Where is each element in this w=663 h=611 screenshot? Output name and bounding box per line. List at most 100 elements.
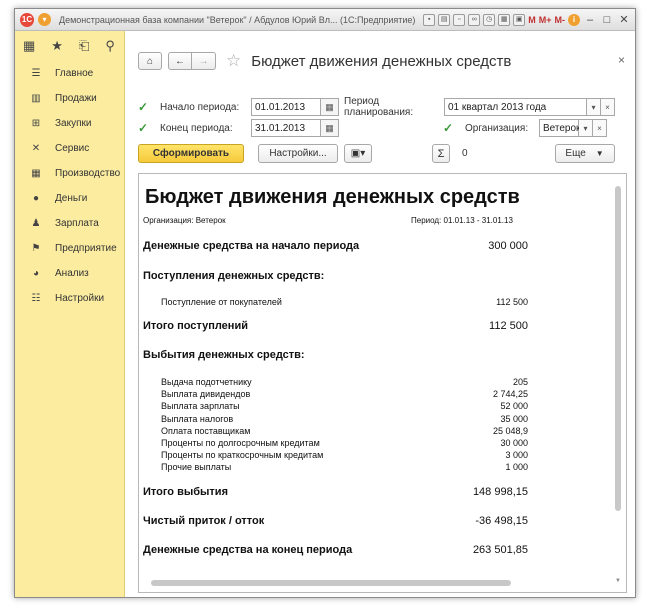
- organization-field[interactable]: Ветерок: [539, 119, 580, 137]
- main-menu-icon[interactable]: ▾: [38, 13, 51, 26]
- report-line-label: Проценты по долгосрочным кредитам: [161, 438, 320, 448]
- favorites-icon[interactable]: ★: [51, 38, 63, 54]
- calculator-icon[interactable]: ▦: [498, 13, 511, 26]
- organization-dropdown-icon[interactable]: ▾: [579, 119, 593, 137]
- close-form-icon[interactable]: ×: [618, 53, 625, 67]
- app-logo-icon[interactable]: 1С: [20, 12, 34, 27]
- opening-balance-value: 300 000: [488, 240, 528, 252]
- search-icon[interactable]: ⚲: [105, 38, 115, 54]
- sidebar-item[interactable]: ⚑ Предприятие: [15, 236, 124, 261]
- home-button[interactable]: ⌂: [138, 52, 162, 70]
- net-flow-value: -36 498,15: [475, 515, 528, 527]
- memory-minus-button[interactable]: M-: [555, 15, 566, 25]
- period-end-checkbox[interactable]: ✓: [138, 122, 150, 134]
- sidebar-item[interactable]: ✕ Сервис: [15, 136, 124, 161]
- sidebar-section-icon: ☰: [31, 68, 41, 79]
- memory-m-button[interactable]: M: [528, 15, 536, 25]
- planning-period-dropdown-icon[interactable]: ▾: [587, 98, 601, 116]
- organization-checkbox[interactable]: ✓: [443, 122, 455, 134]
- settings-button[interactable]: Настройки...: [258, 144, 338, 163]
- sidebar-item[interactable]: ♟ Зарплата: [15, 211, 124, 236]
- report-line-label: Оплата поставщикам: [161, 425, 251, 436]
- period-end-calendar-icon[interactable]: ▦: [321, 119, 339, 137]
- period-start-checkbox[interactable]: ✓: [138, 101, 150, 113]
- sidebar-section-icon: ▥: [31, 93, 41, 104]
- minimize-icon[interactable]: –: [583, 14, 597, 26]
- period-end-field[interactable]: 31.01.2013: [251, 119, 321, 137]
- sidebar-section-icon: ☷: [31, 293, 41, 304]
- report-variant-icon: ▣▾: [350, 148, 366, 159]
- sidebar-item[interactable]: ◕ Анализ: [15, 261, 124, 286]
- sidebar-item[interactable]: ☷ Настройки: [15, 286, 124, 311]
- receipts-total-value: 112 500: [489, 320, 528, 332]
- period-start-field[interactable]: 01.01.2013: [251, 98, 321, 116]
- report-line-value: 52 000: [500, 401, 528, 412]
- planning-period-field[interactable]: 01 квартал 2013 года: [444, 98, 587, 116]
- sidebar-item-label: Анализ: [55, 268, 89, 279]
- calendar-icon[interactable]: ▣: [513, 13, 526, 26]
- report-line-label: Выплата зарплаты: [161, 401, 240, 412]
- payments-header: Выбытия денежных средств:: [143, 349, 305, 361]
- link-icon[interactable]: ∞: [468, 13, 481, 26]
- sidebar-section-icon: ●: [32, 193, 40, 204]
- sidebar-section-icon: ▦: [31, 168, 41, 179]
- app-window: 1С ▾ Демонстрационная база компании "Вет…: [14, 8, 636, 598]
- sidebar-item-label: Настройки: [55, 293, 105, 304]
- all-functions-icon[interactable]: ▦: [23, 38, 35, 54]
- history-icon[interactable]: ◷: [483, 13, 496, 26]
- report-line-value: 3 000: [505, 450, 528, 461]
- sidebar-section-icon: ⊞: [31, 118, 41, 129]
- sections-panel: ▦ ★ ⎗ ⚲ ☰ Главное ▥ Продажи ⊞ Закупки ✕ Сервис ▦…: [15, 31, 125, 597]
- favorite-star-icon[interactable]: ☆: [226, 51, 241, 71]
- more-button[interactable]: Еще ▼: [554, 144, 615, 163]
- maximize-icon[interactable]: □: [600, 14, 614, 26]
- sidebar-item[interactable]: ● Деньги: [15, 186, 124, 211]
- vertical-scrollbar[interactable]: [615, 186, 621, 511]
- scroll-down-icon[interactable]: ▼: [615, 578, 621, 584]
- sum-button[interactable]: Σ: [432, 144, 450, 163]
- sidebar-item[interactable]: ▥ Продажи: [15, 86, 124, 111]
- horizontal-scrollbar[interactable]: [151, 580, 511, 586]
- net-flow-label: Чистый приток / отток: [143, 515, 265, 527]
- period-start-calendar-icon[interactable]: ▦: [321, 98, 339, 116]
- opening-balance-label: Денежные средства на начало периода: [143, 240, 360, 252]
- sidebar-section-icon: ✕: [31, 143, 41, 154]
- variants-button[interactable]: ▣▾: [344, 144, 372, 163]
- report-line-value: 1 000: [505, 462, 528, 473]
- closing-balance-label: Денежные средства на конец периода: [143, 544, 353, 556]
- memory-plus-button[interactable]: M+: [539, 15, 552, 25]
- sidebar-item[interactable]: ▦ Производство: [15, 161, 124, 186]
- generate-button[interactable]: Сформировать: [138, 144, 244, 163]
- report-organization: Организация: Ветерок: [143, 216, 226, 225]
- save-icon[interactable]: ▪: [423, 13, 436, 26]
- preview-icon[interactable]: ▫: [453, 13, 466, 26]
- report-document: Бюджет движения денежных средств Организ…: [138, 173, 627, 593]
- period-end-label: Конец периода:: [160, 122, 233, 134]
- planning-period-clear-icon[interactable]: ×: [601, 98, 615, 116]
- back-button[interactable]: ←: [168, 52, 192, 70]
- report-line-value: 205: [512, 377, 528, 387]
- sidebar-item[interactable]: ☰ Главное: [15, 61, 124, 86]
- payments-total-label: Итого выбытия: [143, 486, 228, 498]
- close-window-icon[interactable]: ✕: [617, 13, 631, 26]
- sidebar-section-icon: ◕: [32, 268, 40, 279]
- history-panel-icon[interactable]: ⎗: [79, 38, 89, 54]
- chevron-down-icon: ▼: [595, 149, 604, 158]
- organization-clear-icon[interactable]: ×: [593, 119, 607, 137]
- forward-button[interactable]: →: [192, 52, 216, 70]
- report-line-value: 112 500: [496, 297, 528, 307]
- report-line-label: Выплата дивидендов: [161, 389, 251, 400]
- print-icon[interactable]: ▤: [438, 13, 451, 26]
- sidebar-item[interactable]: ⊞ Закупки: [15, 111, 124, 136]
- sidebar-section-icon: ♟: [31, 218, 41, 229]
- report-line-value: 30 000: [500, 438, 528, 448]
- report-line-label: Выплата налогов: [161, 413, 234, 424]
- period-start-label: Начало периода:: [160, 101, 240, 113]
- form-area: ⌂ ← → ☆ Бюджет движения денежных средств…: [126, 31, 635, 597]
- window-title: Демонстрационная база компании "Ветерок"…: [59, 14, 416, 25]
- report-line-label: Проценты по краткосрочным кредитам: [161, 450, 324, 461]
- form-title: Бюджет движения денежных средств: [251, 52, 512, 70]
- report-line-label: Поступление от покупателей: [161, 297, 282, 307]
- sidebar-item-label: Сервис: [55, 143, 90, 154]
- info-icon[interactable]: i: [568, 13, 580, 26]
